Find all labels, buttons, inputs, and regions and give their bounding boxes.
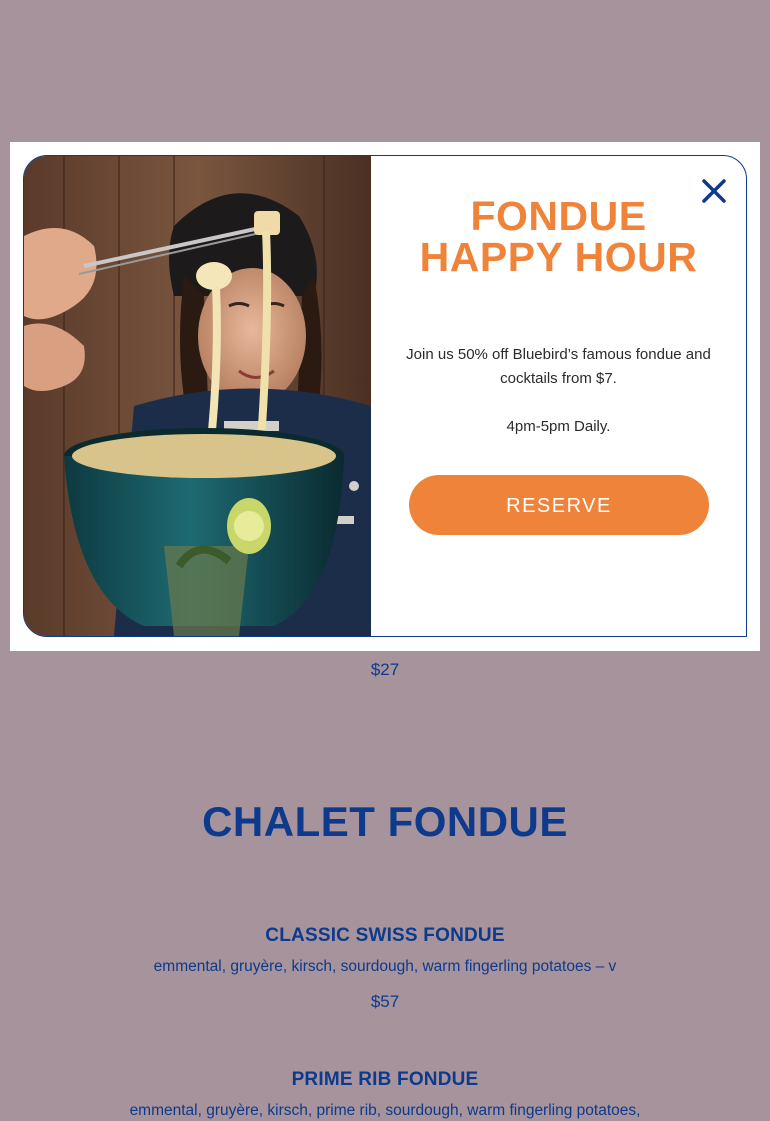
promo-headline: FONDUE HAPPY HOUR — [371, 196, 746, 278]
menu-item-price: $27 — [370, 660, 400, 679]
promo-description: Join us 50% off Bluebird’s famous fondue… — [406, 346, 711, 387]
headline-line-2: HAPPY HOUR — [419, 234, 698, 280]
menu-item: PRIME RIB FONDUE emmental, gruyère, kirs… — [0, 1068, 770, 1121]
fondue-photo — [24, 156, 371, 636]
headline-line-1: FONDUE — [470, 193, 647, 239]
reserve-button[interactable]: RESERVE — [409, 475, 709, 535]
menu-item-price: $57 — [370, 992, 400, 1011]
promo-hours: 4pm-5pm Daily. — [506, 418, 611, 435]
menu-item-description: emmental, gruyère, kirsch, prime rib, so… — [129, 1102, 641, 1119]
promo-content: FONDUE HAPPY HOUR Join us 50% off Bluebi… — [371, 156, 746, 636]
promo-modal: FONDUE HAPPY HOUR Join us 50% off Bluebi… — [10, 142, 760, 651]
menu-item: CLASSIC SWISS FONDUE emmental, gruyère, … — [0, 924, 770, 1013]
promo-card: FONDUE HAPPY HOUR Join us 50% off Bluebi… — [23, 155, 747, 637]
section-title: CHALET FONDUE — [202, 798, 568, 845]
menu-item-description: emmental, gruyère, kirsch, sourdough, wa… — [153, 958, 617, 975]
menu-item-name: PRIME RIB FONDUE — [291, 1069, 479, 1090]
menu-item-name: CLASSIC SWISS FONDUE — [265, 925, 505, 946]
